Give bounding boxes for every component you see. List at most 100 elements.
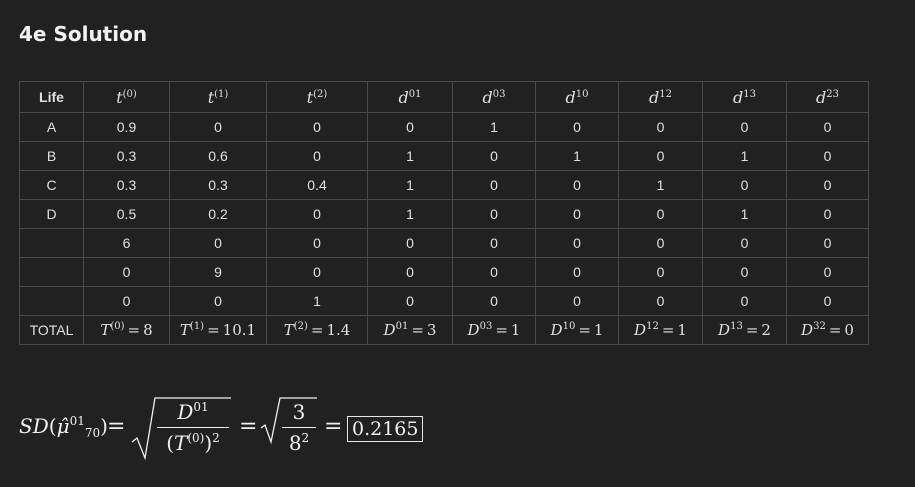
table-cell: 0 — [169, 228, 267, 258]
table-cell: 1 — [367, 141, 453, 171]
column-header-t1: t(1) — [169, 81, 267, 113]
table-cell: 0 — [367, 257, 453, 287]
table-cell: 0 — [452, 170, 536, 200]
table-cell: 0 — [535, 112, 619, 142]
table-cell: 1 — [535, 141, 619, 171]
table-cell: 0.3 — [169, 170, 267, 200]
table-cell: 0 — [266, 112, 368, 142]
table-cell: 0 — [266, 141, 368, 171]
table-row: 600000000 — [19, 228, 869, 258]
table-cell: 0.6 — [169, 141, 267, 171]
table-cell: 0 — [786, 199, 869, 229]
table-cell: 0 — [702, 228, 787, 258]
table-cell: 0.3 — [83, 170, 170, 200]
table-cell: 0 — [786, 257, 869, 287]
total-cell: D32 = 0 — [786, 315, 869, 345]
table-cell: 0 — [618, 199, 703, 229]
table-cell: 0 — [618, 257, 703, 287]
column-header-d23: d23 — [786, 81, 869, 113]
sd-formula: SD(μ̂0170) = D01 (T(0))2 = 3 82 = 0.2165 — [19, 392, 439, 472]
table-cell: 0 — [618, 228, 703, 258]
table-cell: 0 — [786, 141, 869, 171]
table-cell: 0 — [535, 286, 619, 316]
table-cell: 1 — [702, 141, 787, 171]
table-cell: 0 — [266, 257, 368, 287]
equals-sign-2: = — [239, 414, 258, 439]
table-cell: 0 — [786, 286, 869, 316]
life-cell — [19, 257, 84, 287]
table-row: 001000000 — [19, 286, 869, 316]
table-cell: 0 — [452, 141, 536, 171]
life-cell — [19, 286, 84, 316]
table-cell: 1 — [367, 199, 453, 229]
table-row: B 0.3 0.6 0 1 0 1 0 1 0 — [19, 141, 869, 171]
table-cell: 0 — [786, 112, 869, 142]
table-cell: 1 — [618, 170, 703, 200]
total-cell: D13 = 2 — [702, 315, 787, 345]
table-cell: 0 — [618, 286, 703, 316]
table-header-row: Life t(0) t(1) t(2) d01 d03 d10 d12 d13 d23 — [19, 81, 869, 113]
table-cell: 0 — [786, 228, 869, 258]
table-cell: 0 — [702, 112, 787, 142]
column-header-d13: d13 — [702, 81, 787, 113]
column-header-t0: t(0) — [83, 81, 170, 113]
column-header-d01: d01 — [367, 81, 453, 113]
table-cell: 0 — [452, 286, 536, 316]
column-header-life: Life — [19, 81, 84, 113]
fraction-2-numerator: 3 — [292, 400, 306, 424]
table-cell: 9 — [169, 257, 267, 287]
table-cell: 0.4 — [266, 170, 368, 200]
table-cell: 0 — [367, 228, 453, 258]
life-cell: A — [19, 112, 84, 142]
total-cell: D12 = 1 — [618, 315, 703, 345]
table-cell: 1 — [266, 286, 368, 316]
life-cell: D — [19, 199, 84, 229]
table-cell: 1 — [367, 170, 453, 200]
table-row: 090000000 — [19, 257, 869, 287]
total-cell: T(2) = 1.4 — [266, 315, 368, 345]
table-cell: 0 — [786, 170, 869, 200]
fraction-2: 3 82 — [282, 400, 316, 455]
table-cell: 0 — [535, 257, 619, 287]
column-header-d12: d12 — [618, 81, 703, 113]
fraction-2-denominator: 82 — [288, 431, 310, 455]
table-cell: 0 — [702, 286, 787, 316]
table-cell: 0 — [266, 199, 368, 229]
table-cell: 0 — [266, 228, 368, 258]
table-cell: 0 — [169, 286, 267, 316]
fraction-1: D01 (T(0))2 — [157, 400, 229, 455]
table-cell: 0 — [83, 257, 170, 287]
total-label: TOTAL — [19, 315, 84, 345]
table-cell: 0 — [83, 286, 170, 316]
table-cell: 0 — [535, 170, 619, 200]
total-cell: D10 = 1 — [535, 315, 619, 345]
table-cell: 0.2 — [169, 199, 267, 229]
equals-sign-3: = — [324, 414, 343, 439]
column-header-d03: d03 — [452, 81, 536, 113]
column-header-t2: t(2) — [266, 81, 368, 113]
fraction-1-denominator: (T(0))2 — [166, 431, 220, 455]
total-cell: D03 = 1 — [452, 315, 536, 345]
table-cell: 0.9 — [83, 112, 170, 142]
page-title: 4e Solution — [19, 22, 148, 46]
table-cell: 0 — [169, 112, 267, 142]
table-cell: 0.3 — [83, 141, 170, 171]
table-cell: 0 — [535, 228, 619, 258]
table-cell: 6 — [83, 228, 170, 258]
life-cell — [19, 228, 84, 258]
table-cell: 1 — [452, 112, 536, 142]
fraction-1-numerator: D01 — [177, 400, 209, 424]
table-cell: 0 — [367, 112, 453, 142]
total-cell: D01 = 3 — [367, 315, 453, 345]
table-cell: 1 — [702, 199, 787, 229]
table-cell: 0 — [452, 228, 536, 258]
table-cell: 0 — [367, 286, 453, 316]
table-cell: 0 — [618, 112, 703, 142]
total-cell: T(0) = 8 — [83, 315, 170, 345]
column-header-d10: d10 — [535, 81, 619, 113]
table-cell: 0 — [702, 170, 787, 200]
table-row: A 0.9 0 0 0 1 0 0 0 0 — [19, 112, 869, 142]
table-cell: 0.5 — [83, 199, 170, 229]
totals-row: TOTAL T(0) = 8 T(1) = 10.1 T(2) = 1.4 D01 = 3 D03 = 1 D1… — [19, 315, 869, 345]
life-cell: C — [19, 170, 84, 200]
